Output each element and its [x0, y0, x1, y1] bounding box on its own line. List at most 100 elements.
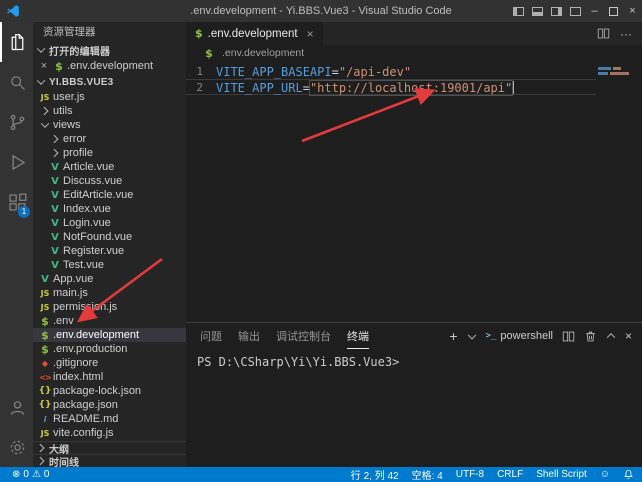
token-key: VITE_APP_URL	[216, 81, 303, 95]
file-name: App.vue	[53, 273, 93, 285]
tree-file-package-lock.json[interactable]: {}package-lock.json	[33, 384, 186, 398]
file-name: user.js	[53, 91, 85, 103]
breadcrumb-item[interactable]: .env.development	[222, 47, 304, 59]
panel-tab-调试控制台[interactable]: 调试控制台	[276, 323, 331, 349]
file-name: index.html	[53, 371, 103, 383]
js-file-icon: JS	[37, 429, 53, 438]
close-icon[interactable]: ×	[37, 60, 51, 72]
encoding[interactable]: UTF-8	[456, 469, 484, 480]
tree-file-NotFound.vue[interactable]: VNotFound.vue	[33, 230, 186, 244]
terminal-instance[interactable]: >_ powershell	[486, 330, 553, 342]
open-editor-item[interactable]: × $ .env.development	[33, 58, 186, 74]
text-cursor	[513, 81, 514, 94]
tree-file-README.md[interactable]: iREADME.md	[33, 412, 186, 426]
project-section-header[interactable]: YI.BBS.VUE3	[33, 74, 186, 90]
vscode-logo-icon	[0, 4, 26, 18]
tree-file-Test.vue[interactable]: VTest.vue	[33, 258, 186, 272]
file-name: README.md	[53, 413, 118, 425]
tab-env-development[interactable]: $ .env.development ×	[186, 22, 323, 45]
panel-tabs: 问题输出调试控制台终端	[200, 323, 369, 349]
tree-file-.gitignore[interactable]: ◆.gitignore	[33, 356, 186, 370]
file-name: .gitignore	[53, 357, 98, 369]
tree-file-index.html[interactable]: <>index.html	[33, 370, 186, 384]
tree-folder-error[interactable]: error	[33, 132, 186, 146]
tree-file-main.js[interactable]: JSmain.js	[33, 286, 186, 300]
env-file-icon: $	[195, 27, 203, 40]
new-terminal-icon[interactable]: +	[449, 328, 457, 344]
file-name: error	[63, 133, 86, 145]
line-number: 2	[186, 80, 216, 94]
toggle-panel-icon[interactable]	[528, 0, 547, 22]
tree-file-Discuss.vue[interactable]: VDiscuss.vue	[33, 174, 186, 188]
tree-file-.env.production[interactable]: $.env.production	[33, 342, 186, 356]
maximize-button[interactable]	[604, 0, 623, 22]
env-file-icon: $	[37, 329, 53, 342]
token-key: VITE_APP_BASEAPI	[216, 65, 332, 79]
outline-section-header[interactable]: 大纲	[33, 441, 186, 454]
git-file-icon: ◆	[37, 359, 53, 368]
tree-file-package.json[interactable]: {}package.json	[33, 398, 186, 412]
run-debug-icon[interactable]	[0, 142, 33, 182]
kill-terminal-icon[interactable]	[584, 330, 597, 343]
chevron-right-icon	[47, 146, 63, 160]
tree-file-vite.config.js[interactable]: JSvite.config.js	[33, 426, 186, 440]
minimap[interactable]	[596, 61, 642, 322]
tree-folder-views[interactable]: views	[33, 118, 186, 132]
tree-file-Login.vue[interactable]: VLogin.vue	[33, 216, 186, 230]
feedback-icon[interactable]: ☺	[600, 469, 610, 480]
timeline-section-header[interactable]: 时间线	[33, 454, 186, 467]
source-control-icon[interactable]	[0, 102, 33, 142]
tree-folder-profile[interactable]: profile	[33, 146, 186, 160]
toggle-secondary-sidebar-icon[interactable]	[547, 0, 566, 22]
file-name: NotFound.vue	[63, 231, 132, 243]
json-file-icon: {}	[37, 400, 53, 410]
tree-file-Article.vue[interactable]: VArticle.vue	[33, 160, 186, 174]
language-mode[interactable]: Shell Script	[536, 469, 587, 480]
breadcrumb[interactable]: $ .env.development	[186, 45, 642, 61]
account-icon[interactable]	[0, 387, 33, 427]
tree-file-user.js[interactable]: JSuser.js	[33, 90, 186, 104]
file-name: Index.vue	[63, 203, 111, 215]
tree-folder-utils[interactable]: utils	[33, 104, 186, 118]
cursor-position[interactable]: 行 2, 列 42	[351, 467, 399, 482]
tree-file-.env[interactable]: $.env	[33, 314, 186, 328]
problems-status[interactable]: ⊗ 0 ⚠ 0	[12, 469, 49, 480]
terminal-dropdown-icon[interactable]	[465, 331, 479, 341]
customize-layout-icon[interactable]	[566, 0, 585, 22]
chevron-down-icon	[33, 43, 49, 57]
env-file-icon: $	[201, 47, 217, 60]
file-name: Login.vue	[63, 217, 111, 229]
extensions-icon[interactable]: 1	[0, 182, 33, 222]
panel-tab-输出[interactable]: 输出	[238, 323, 260, 349]
search-icon[interactable]	[0, 62, 33, 102]
maximize-panel-icon[interactable]	[606, 329, 616, 343]
indentation[interactable]: 空格: 4	[412, 467, 443, 482]
split-terminal-icon[interactable]	[562, 330, 575, 343]
editor-group: $ .env.development × ··· $ .env.developm…	[186, 22, 642, 467]
close-button[interactable]: ×	[623, 0, 642, 22]
more-actions-icon[interactable]: ···	[620, 27, 632, 41]
close-panel-icon[interactable]: ×	[625, 329, 632, 343]
terminal-output[interactable]: PS D:\CSharp\Yi\Yi.BBS.Vue3>	[186, 349, 642, 467]
explorer-icon[interactable]	[0, 22, 33, 62]
tab-close-icon[interactable]: ×	[307, 27, 314, 41]
eol-sequence[interactable]: CRLF	[497, 469, 523, 480]
panel-tab-问题[interactable]: 问题	[200, 323, 222, 349]
minimize-button[interactable]: –	[585, 0, 604, 22]
notifications-bell-icon[interactable]	[623, 469, 634, 480]
file-name: .env.production	[53, 343, 127, 355]
panel-tab-终端[interactable]: 终端	[347, 323, 369, 349]
open-editors-section-header[interactable]: 打开的编辑器	[33, 42, 186, 58]
token-str: "http://localhost:19001/api"	[310, 81, 512, 95]
split-editor-icon[interactable]	[597, 27, 610, 40]
tree-file-.env.development[interactable]: $.env.development	[33, 328, 186, 342]
md-file-icon: i	[37, 415, 53, 424]
code-editor[interactable]: 1VITE_APP_BASEAPI="/api-dev"2VITE_APP_UR…	[186, 61, 642, 322]
tree-file-EditArticle.vue[interactable]: VEditArticle.vue	[33, 188, 186, 202]
tree-file-App.vue[interactable]: VApp.vue	[33, 272, 186, 286]
tree-file-Register.vue[interactable]: VRegister.vue	[33, 244, 186, 258]
toggle-sidebar-icon[interactable]	[509, 0, 528, 22]
tree-file-Index.vue[interactable]: VIndex.vue	[33, 202, 186, 216]
settings-gear-icon[interactable]	[0, 427, 33, 467]
tree-file-permission.js[interactable]: JSpermission.js	[33, 300, 186, 314]
